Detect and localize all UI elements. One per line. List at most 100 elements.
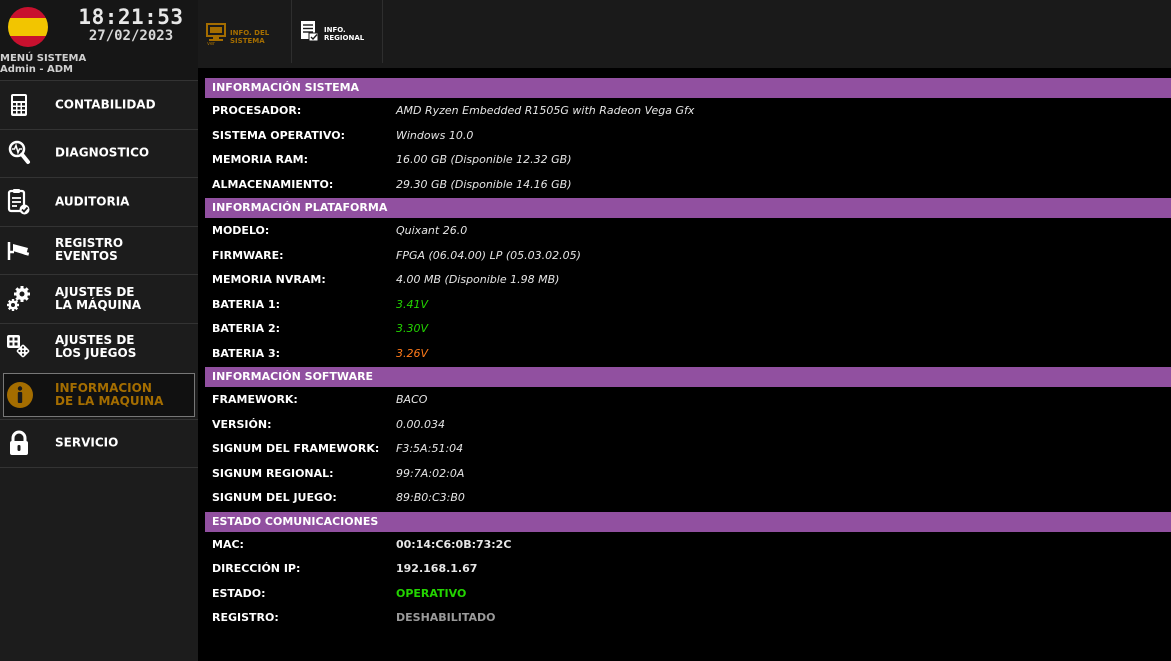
- dice-icon: [4, 332, 34, 362]
- clipboard-icon: [4, 187, 34, 217]
- sidebar: 18:21:53 27/02/2023 MENÚ SISTEMA Admin -…: [0, 0, 198, 661]
- info-key: SIGNUM DEL FRAMEWORK:: [212, 442, 380, 455]
- info-row: SISTEMA OPERATIVO: Windows 10.0: [205, 123, 1171, 148]
- clock-time: 18:21:53: [78, 5, 184, 29]
- tab-info-sistema-label: INFO. DEL SISTEMA: [230, 29, 270, 45]
- info-value: FPGA (06.04.00) LP (05.03.02.05): [396, 248, 581, 262]
- info-key: VERSIÓN:: [212, 417, 272, 431]
- sidebar-item-label: CONTABILIDAD: [55, 97, 156, 112]
- info-value: 99:7A:02:0A: [396, 466, 465, 480]
- info-value: 0.00.034: [396, 417, 445, 431]
- section-informacion-plataforma: INFORMACIÓN PLATAFORMA MODELO: Quixant 26…: [205, 198, 1171, 365]
- section-header: INFORMACIÓN SOFTWARE: [205, 367, 1171, 387]
- info-value: 4.00 MB (Disponible 1.98 MB): [396, 273, 560, 286]
- tab-info-sistema[interactable]: ver INFO. DEL SISTEMA: [202, 5, 288, 63]
- section-estado-comunicaciones: ESTADO COMUNICACIONES MAC: 00:14:C6:0B:73…: [205, 511, 1171, 630]
- sidebar-item-ajustes-juegos[interactable]: AJUSTES DE LOS JUEGOS: [0, 322, 198, 371]
- section-header: INFORMACIÓN PLATAFORMA: [205, 198, 1171, 218]
- info-value: 00:14:C6:0B:73:2C: [396, 537, 512, 551]
- section-informacion-sistema: INFORMACIÓN SISTEMA PROCESADOR: AMD Ryzen…: [205, 78, 1171, 196]
- info-row: SIGNUM DEL FRAMEWORK: F3:5A:51:04: [205, 436, 1171, 461]
- system-info-icon: ver: [206, 23, 228, 49]
- info-row: BATERIA 3: 3.26V: [205, 341, 1171, 366]
- sidebar-item-ajustes-maquina[interactable]: AJUSTES DE LA MÁQUINA: [0, 274, 198, 323]
- sidebar-item-informacion-maquina[interactable]: INFORMACION DE LA MAQUINA: [3, 373, 195, 417]
- info-value: 89:B0:C3:B0: [396, 491, 465, 504]
- sidebar-item-registro-eventos[interactable]: REGISTRO EVENTOS: [0, 225, 198, 274]
- info-row: BATERIA 2: 3.30V: [205, 316, 1171, 341]
- info-key: ALMACENAMIENTO:: [212, 177, 334, 191]
- camera-icon: [4, 235, 34, 265]
- info-value: BACO: [396, 393, 428, 406]
- info-row: VERSIÓN: 0.00.034: [205, 412, 1171, 437]
- user-label: Admin - ADM: [0, 64, 73, 75]
- sidebar-item-label: AJUSTES DE LOS JUEGOS: [55, 333, 137, 361]
- calculator-icon: [4, 90, 34, 120]
- battery-value: 3.26V: [396, 346, 429, 360]
- clock: 18:21:53 27/02/2023: [70, 5, 192, 44]
- status-value: DESHABILITADO: [396, 611, 496, 624]
- status-value: OPERATIVO: [396, 586, 467, 600]
- battery-value: 3.30V: [396, 322, 429, 335]
- info-row: ESTADO: OPERATIVO: [205, 581, 1171, 606]
- sidebar-item-label: DIAGNOSTICO: [55, 145, 150, 160]
- info-key: FRAMEWORK:: [212, 393, 298, 406]
- svg-text:ver: ver: [207, 41, 216, 45]
- top-tab-bar: ver INFO. DEL SISTEMA INFO. REGIONAL: [198, 0, 1171, 68]
- info-row: MEMORIA NVRAM: 4.00 MB (Disponible 1.98 M…: [205, 267, 1171, 292]
- info-key: MAC:: [212, 537, 244, 551]
- info-value: AMD Ryzen Embedded R1505G with Radeon Ve…: [396, 104, 695, 117]
- info-row: FIRMWARE: FPGA (06.04.00) LP (05.03.02.05…: [205, 243, 1171, 268]
- sidebar-item-servicio[interactable]: SERVICIO: [0, 419, 198, 468]
- sidebar-item-contabilidad[interactable]: CONTABILIDAD: [0, 80, 198, 129]
- info-key: FIRMWARE:: [212, 248, 284, 262]
- info-key: BATERIA 2:: [212, 322, 281, 335]
- info-value: Quixant 26.0: [396, 224, 468, 237]
- info-key: REGISTRO:: [212, 611, 279, 624]
- info-key: MODELO:: [212, 224, 270, 237]
- info-row: PROCESADOR: AMD Ryzen Embedded R1505G wit…: [205, 98, 1171, 123]
- info-key: PROCESADOR:: [212, 104, 302, 117]
- tab-info-regional[interactable]: INFO. REGIONAL: [291, 0, 383, 63]
- section-header: ESTADO COMUNICACIONES: [205, 511, 1171, 532]
- info-key: SIGNUM REGIONAL:: [212, 466, 334, 480]
- info-row: SIGNUM REGIONAL: 99:7A:02:0A: [205, 461, 1171, 486]
- menu-title-label: MENÚ SISTEMA: [0, 53, 87, 64]
- section-header: INFORMACIÓN SISTEMA: [205, 78, 1171, 98]
- regional-info-icon: [300, 20, 320, 46]
- info-key: DIRECCIÓN IP:: [212, 562, 301, 575]
- info-row: DIRECCIÓN IP: 192.168.1.67: [205, 556, 1171, 581]
- info-key: MEMORIA NVRAM:: [212, 273, 326, 286]
- info-value: F3:5A:51:04: [396, 442, 464, 455]
- info-icon: [5, 380, 35, 410]
- info-value: Windows 10.0: [396, 128, 474, 142]
- info-key: BATERIA 1:: [212, 297, 281, 311]
- info-key: MEMORIA RAM:: [212, 153, 308, 166]
- sidebar-nav: CONTABILIDAD DIAGNOSTICO AUDITORIA REGIS…: [0, 80, 198, 468]
- sidebar-item-label: INFORMACION DE LA MAQUINA: [55, 381, 164, 408]
- sidebar-header: 18:21:53 27/02/2023 MENÚ SISTEMA Admin -…: [0, 0, 198, 80]
- main-content: INFORMACIÓN SISTEMA PROCESADOR: AMD Ryzen…: [205, 78, 1171, 632]
- section-informacion-software: INFORMACIÓN SOFTWARE FRAMEWORK: BACO VERS…: [205, 367, 1171, 510]
- info-value: 29.30 GB (Disponible 14.16 GB): [396, 177, 572, 191]
- sidebar-item-auditoria[interactable]: AUDITORIA: [0, 177, 198, 226]
- sidebar-item-diagnostico[interactable]: DIAGNOSTICO: [0, 128, 198, 177]
- info-key: SISTEMA OPERATIVO:: [212, 128, 345, 142]
- info-row: MAC: 00:14:C6:0B:73:2C: [205, 532, 1171, 557]
- clock-date: 27/02/2023: [88, 28, 174, 44]
- info-key: BATERIA 3:: [212, 346, 281, 360]
- info-row: SIGNUM DEL JUEGO: 89:B0:C3:B0: [205, 485, 1171, 510]
- info-value: 192.168.1.67: [396, 562, 478, 575]
- battery-value: 3.41V: [396, 297, 429, 311]
- magnifier-icon: [4, 138, 34, 168]
- info-key: ESTADO:: [212, 586, 266, 600]
- tab-info-regional-label: INFO. REGIONAL: [324, 26, 365, 42]
- info-row: MODELO: Quixant 26.0: [205, 218, 1171, 243]
- lock-icon: [4, 428, 34, 458]
- sidebar-item-label: SERVICIO: [55, 435, 119, 450]
- info-key: SIGNUM DEL JUEGO:: [212, 491, 337, 504]
- sidebar-item-label: REGISTRO EVENTOS: [55, 236, 124, 264]
- sidebar-item-label: AUDITORIA: [55, 194, 130, 209]
- sidebar-item-label: AJUSTES DE LA MÁQUINA: [55, 284, 142, 312]
- info-row: FRAMEWORK: BACO: [205, 387, 1171, 412]
